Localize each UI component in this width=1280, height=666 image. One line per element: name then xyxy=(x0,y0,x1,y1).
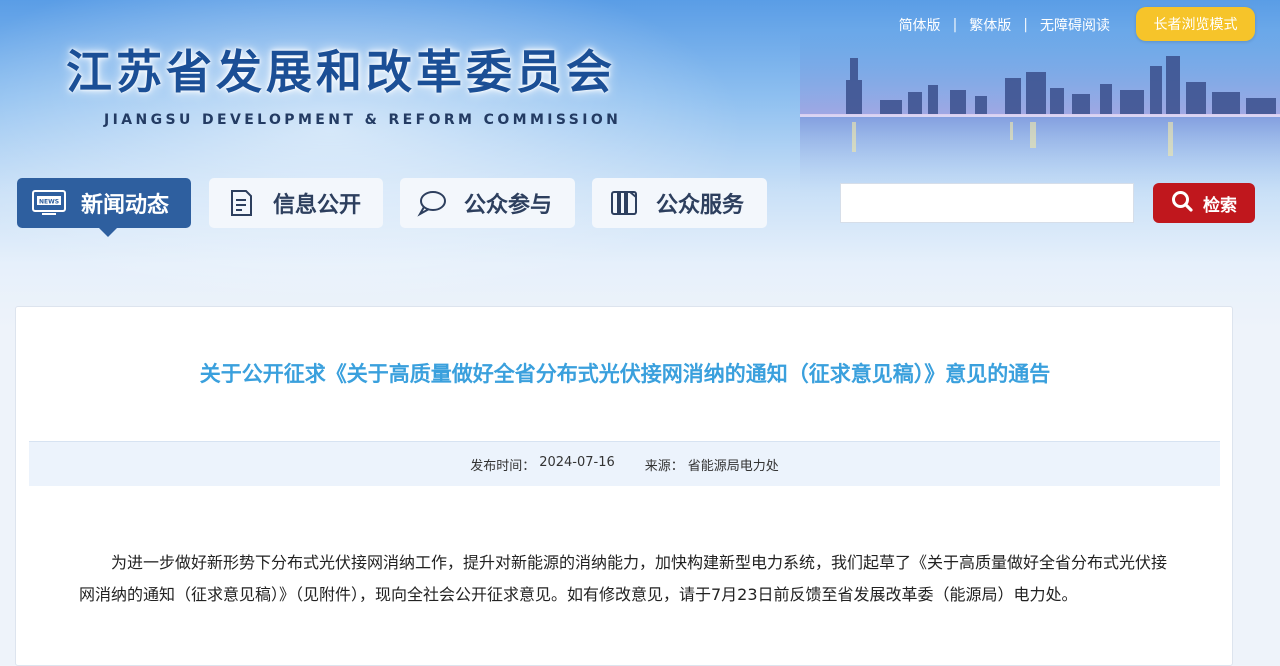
city-skyline-image xyxy=(800,30,1280,200)
nav-item-news[interactable]: NEWS 新闻动态 xyxy=(17,178,191,237)
accessible-reading-link[interactable]: 无障碍阅读 xyxy=(1040,15,1110,35)
nav-item-label: 新闻动态 xyxy=(81,193,170,218)
nav-item-public-participation[interactable]: 公众参与 xyxy=(400,178,575,228)
svg-text:NEWS: NEWS xyxy=(39,199,59,206)
source-label: 来源： xyxy=(644,458,684,474)
top-utility-links: 简体版 | 繁体版 | 无障碍阅读 xyxy=(899,15,1110,35)
nav-item-info-disclosure[interactable]: 信息公开 xyxy=(209,178,383,228)
source-value: 省能源局电力处 xyxy=(687,458,779,474)
publish-time-label: 发布时间： xyxy=(470,458,536,474)
traditional-chinese-link[interactable]: 繁体版 xyxy=(969,15,1011,35)
document-icon xyxy=(223,188,259,218)
article-meta-bar: 发布时间： 2024-07-16 来源： 省能源局电力处 xyxy=(29,441,1220,486)
search-input[interactable] xyxy=(840,183,1134,223)
article-body-paragraph: 为进一步做好新形势下分布式光伏接网消纳工作，提升对新能源的消纳能力，加快构建新型… xyxy=(79,553,1168,604)
separator: | xyxy=(1023,17,1028,33)
search-icon xyxy=(1171,190,1193,217)
news-icon: NEWS xyxy=(31,188,67,218)
search-button-label: 检索 xyxy=(1203,195,1237,216)
article-source: 来源： 省能源局电力处 xyxy=(645,455,779,474)
site-title: 江苏省发展和改革委员会 xyxy=(66,45,616,99)
nav-item-label: 公众服务 xyxy=(656,193,745,218)
nav-item-label: 公众参与 xyxy=(464,193,553,218)
separator: | xyxy=(952,17,958,33)
simplified-chinese-link[interactable]: 简体版 xyxy=(899,15,941,35)
chat-bubble-icon xyxy=(414,188,450,218)
article-title: 关于公开征求《关于高质量做好全省分布式光伏接网消纳的通知（征求意见稿）》意见的通… xyxy=(199,362,1051,386)
publish-time: 发布时间： 2024-07-16 xyxy=(470,455,615,474)
elder-mode-button[interactable]: 长者浏览模式 xyxy=(1136,7,1255,41)
search-button[interactable]: 检索 xyxy=(1153,183,1255,223)
nav-item-label: 信息公开 xyxy=(273,193,362,218)
book-icon xyxy=(606,188,642,218)
site-subtitle: JIANGSU DEVELOPMENT & REFORM COMMISSION xyxy=(104,112,622,128)
publish-date: 2024-07-16 xyxy=(539,454,615,470)
header-banner: 江苏省发展和改革委员会 JIANGSU DEVELOPMENT & REFORM… xyxy=(0,0,1280,330)
nav-item-public-service[interactable]: 公众服务 xyxy=(592,178,767,228)
